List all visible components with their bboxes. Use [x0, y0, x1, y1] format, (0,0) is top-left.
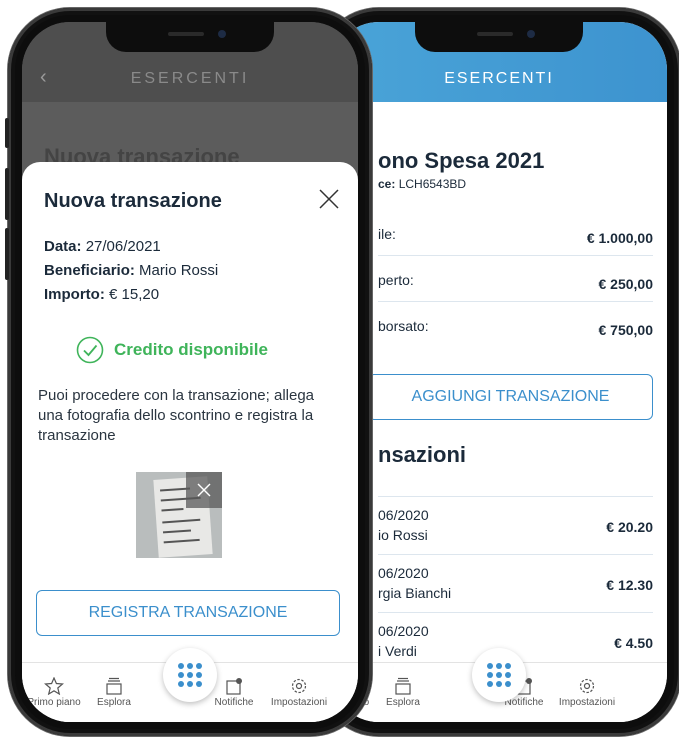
voucher-code: ce: LCH6543BD [378, 177, 466, 191]
stack-icon [106, 677, 122, 695]
row-value: € 1.000,00 [586, 230, 653, 246]
phone-left: ‹ ESERCENTI Nuova transazione Nuova tran… [5, 8, 372, 736]
beneficiary-line: Beneficiario: Mario Rossi [44, 262, 218, 279]
tab-label: Esplora [97, 697, 131, 708]
new-transaction-screen: ‹ ESERCENTI Nuova transazione Nuova tran… [22, 22, 358, 722]
tab-label: Impostazioni [270, 697, 328, 708]
close-icon [197, 483, 211, 497]
tab-label: Esplora [386, 697, 420, 708]
transaction-name: rgia Bianchi [378, 585, 452, 601]
code-label: ce: [378, 177, 396, 191]
merchant-detail-screen: ESERCENTI ono Spesa 2021 ce: LCH6543BD i… [331, 22, 667, 722]
code-value: LCH6543BD [398, 177, 467, 191]
transaction-date: 06/2020 [378, 623, 429, 639]
register-transaction-button[interactable]: REGISTRA TRANSAZIONE [36, 590, 340, 636]
tab-label: Impostazioni [558, 697, 616, 708]
amount-label: Importo: [44, 286, 105, 303]
tab-impostazioni[interactable]: Impostazioni [554, 677, 620, 708]
beneficiary-value: Mario Rossi [139, 262, 219, 279]
transaction-amount: € 4.50 [614, 635, 653, 651]
date-label: Data: [44, 238, 82, 255]
grid-dots-icon [487, 663, 511, 687]
grid-dots-icon [178, 663, 202, 687]
notch [106, 22, 274, 52]
transaction-date: 06/2020 [378, 507, 429, 523]
tab-label: Notifiche [214, 697, 254, 708]
transaction-name: i Verdi [378, 643, 417, 659]
tab-impostazioni[interactable]: Impostazioni [266, 677, 332, 708]
row-value: € 250,00 [598, 276, 654, 292]
remove-photo-button[interactable] [186, 472, 222, 508]
transaction-amount: € 12.30 [606, 577, 653, 593]
row-value: € 750,00 [598, 322, 654, 338]
amount-line: Importo: € 15,20 [44, 286, 159, 303]
transaction-date: 06/2020 [378, 565, 429, 581]
transaction-row[interactable]: 06/2020 rgia Bianchi € 12.30 [378, 554, 653, 612]
modal-title: Nuova transazione [44, 190, 222, 212]
gear-icon [579, 678, 595, 694]
tab-label: Primo piano [27, 697, 81, 708]
apps-button[interactable] [163, 648, 217, 702]
receipt-photo-thumbnail[interactable] [136, 472, 222, 558]
row-label: borsato: [378, 318, 429, 334]
credit-status-label: Credito disponibile [114, 340, 268, 359]
page-title: ono Spesa 2021 [378, 148, 545, 173]
amount-value: € 15,20 [109, 286, 160, 303]
row-label: ile: [378, 226, 396, 242]
add-transaction-button[interactable]: AGGIUNGI TRANSAZIONE [368, 374, 653, 420]
instructions-text: Puoi procedere con la transazione; alleg… [38, 387, 315, 444]
tab-esplora[interactable]: Esplora [373, 677, 433, 708]
summary-row-refunded: borsato: € 750,00 [378, 304, 653, 348]
header-title: ESERCENTI [130, 70, 250, 87]
transaction-amount: € 20.20 [606, 519, 653, 535]
transactions-section-title: nsazioni [378, 442, 467, 467]
date-value: 27/06/2021 [85, 238, 161, 255]
transaction-row[interactable]: 06/2020 io Rossi € 20.20 [378, 496, 653, 554]
summary-row-total: ile: € 1.000,00 [378, 212, 653, 256]
stack-icon [395, 677, 411, 695]
beneficiary-label: Beneficiario: [44, 262, 135, 279]
credit-status: Credito disponibile [76, 336, 268, 364]
tab-esplora[interactable]: Esplora [84, 677, 144, 708]
star-icon [44, 677, 64, 695]
tab-primo-piano[interactable]: Primo piano [24, 677, 84, 708]
check-circle-icon [76, 336, 104, 364]
new-transaction-modal: Nuova transazione Data: 27/06/2021 Benef… [22, 162, 358, 722]
notification-icon [226, 678, 242, 695]
summary-row-covered: perto: € 250,00 [378, 258, 653, 302]
transaction-name: io Rossi [378, 527, 428, 543]
notch [415, 22, 583, 52]
date-line: Data: 27/06/2021 [44, 238, 161, 255]
apps-button[interactable] [472, 648, 526, 702]
row-label: perto: [378, 272, 414, 288]
close-icon[interactable] [318, 188, 340, 210]
header-title: ESERCENTI [444, 70, 554, 87]
gear-icon [291, 678, 307, 694]
